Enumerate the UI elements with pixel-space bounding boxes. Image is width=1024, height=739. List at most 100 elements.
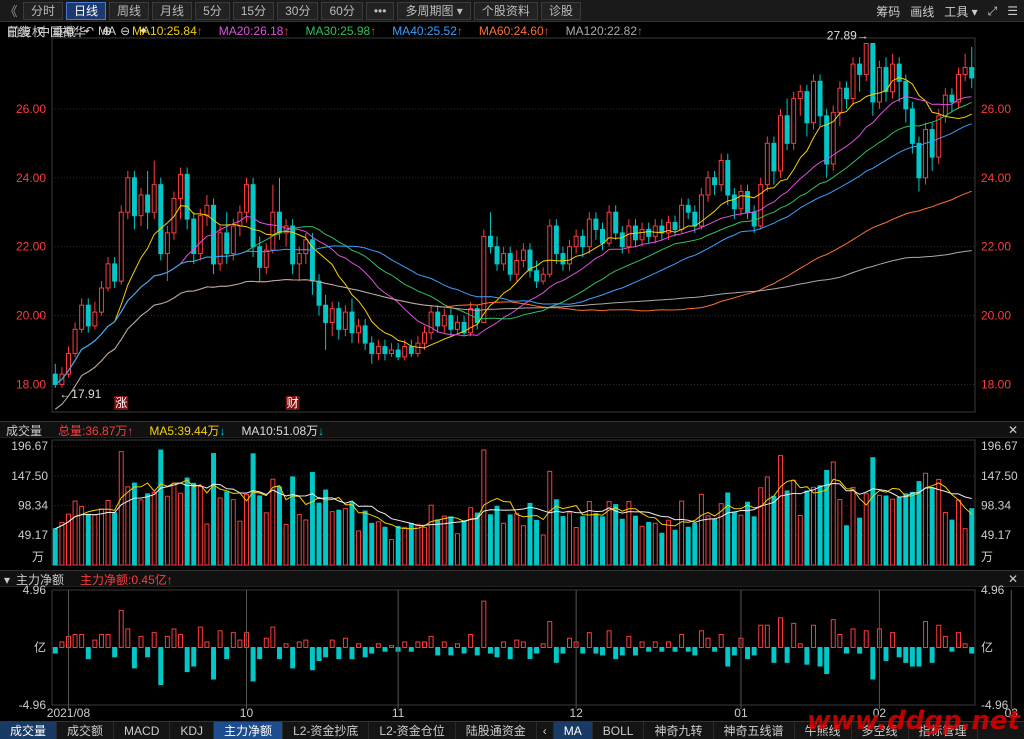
- volume-bar: [758, 487, 764, 566]
- mainforce-bar: [778, 617, 783, 648]
- volume-tick-label: 147.50: [981, 469, 1018, 483]
- tab-mainforce[interactable]: 主力净额: [214, 721, 284, 739]
- candle-body: [646, 228, 652, 237]
- mainforce-bar: [507, 647, 513, 660]
- tab-boll[interactable]: BOLL: [593, 721, 645, 739]
- mainforce-bar: [283, 643, 289, 649]
- mainforce-bar: [534, 647, 540, 654]
- volume-bar: [217, 497, 223, 566]
- candle-body: [454, 321, 460, 330]
- mainforce-bar: [679, 634, 685, 648]
- mainforce-bar: [454, 643, 460, 649]
- volume-bar: [494, 505, 500, 566]
- mainforce-bar: [929, 647, 935, 663]
- candle-body: [487, 235, 493, 248]
- volume-bar: [751, 516, 757, 566]
- candle-body: [224, 232, 230, 255]
- tab-ma[interactable]: MA: [553, 721, 593, 739]
- mainforce-bar: [309, 647, 315, 671]
- volume-bar: [98, 508, 104, 566]
- tabs-scroll-left-icon[interactable]: ‹: [537, 721, 554, 739]
- candle-body: [257, 246, 263, 268]
- ma-line: [55, 250, 972, 410]
- candle-body: [876, 67, 882, 103]
- candle-body: [857, 63, 863, 75]
- mainforce-tick-label: 亿: [34, 640, 46, 655]
- mainforce-bar: [567, 637, 573, 649]
- tab-kdj[interactable]: KDJ: [170, 721, 215, 739]
- price-chart[interactable]: 26.00 26.00 24.00 24.00 22.00 22.00 20.00 20.00…: [0, 0, 1024, 721]
- mainforce-bar: [600, 647, 605, 656]
- volume-tick-label: 147.50: [11, 469, 48, 483]
- volume-bar: [712, 518, 718, 566]
- volume-unit-label: 万: [981, 550, 993, 564]
- volume-tick-label: 49.17: [18, 528, 48, 542]
- mainforce-bar: [613, 647, 619, 660]
- volume-bar: [890, 498, 896, 566]
- volume-bar: [131, 482, 137, 566]
- candle-body: [593, 218, 599, 230]
- main-frame: [51, 37, 976, 413]
- volume-tick-label: 98.34: [981, 498, 1011, 512]
- candle-body: [79, 304, 85, 330]
- mainforce-bar: [830, 619, 836, 649]
- mainforce-bar: [725, 647, 731, 667]
- x-tick-label: 01: [734, 706, 748, 720]
- candle-body: [797, 91, 803, 100]
- volume-bar: [962, 528, 968, 566]
- candle-body: [916, 142, 922, 179]
- volume-bar: [303, 519, 309, 566]
- volume-bar: [349, 502, 355, 566]
- volume-bar: [118, 451, 124, 566]
- mainforce-bar: [382, 647, 388, 652]
- mainforce-bar: [494, 647, 500, 658]
- mainforce-bar: [705, 637, 711, 649]
- tab-l2-position[interactable]: L2-资金仓位: [369, 721, 456, 739]
- tab-l2-bottom[interactable]: L2-资金抄底: [283, 721, 370, 739]
- mainforce-bar: [639, 641, 645, 649]
- tab-five-lines[interactable]: 神奇五线谱: [714, 721, 795, 739]
- mainforce-bar: [270, 626, 276, 649]
- candle-body: [764, 142, 770, 186]
- candle-body: [362, 325, 368, 344]
- mainforce-bar: [145, 647, 151, 658]
- mainforce-bar: [105, 634, 111, 648]
- volume-tick-label: 196.67: [981, 439, 1018, 453]
- mainforce-bar: [369, 647, 375, 654]
- candle-body: [850, 63, 856, 100]
- volume-bar: [534, 519, 540, 566]
- volume-bar: [164, 495, 170, 566]
- mainforce-bar: [580, 647, 586, 654]
- annotations: 27.89→ ←17.91 涨 财: [59, 28, 869, 410]
- mainforce-bar: [151, 632, 157, 649]
- mainforce-bar: [665, 641, 671, 649]
- tab-macd[interactable]: MACD: [114, 721, 171, 739]
- mainforce-bar: [837, 634, 843, 648]
- volume-bar: [916, 481, 922, 566]
- candle-body: [540, 273, 546, 282]
- stock-chart-app: 《 分时 日线 周线 月线 5分 15分 30分 60分 ••• 多周期图 ▾ …: [0, 0, 1024, 739]
- tab-td9[interactable]: 神奇九转: [644, 721, 714, 739]
- candle-body: [896, 63, 902, 82]
- tab-volume[interactable]: 成交量: [0, 721, 58, 739]
- volume-tick-label: 98.34: [18, 498, 48, 512]
- mainforce-bar: [224, 647, 230, 660]
- mainforce-bar: [896, 647, 902, 658]
- mainforce-bar: [527, 647, 533, 660]
- volume-bar: [468, 507, 474, 566]
- volume-bar: [389, 539, 395, 566]
- candle-body: [356, 325, 362, 334]
- mainforce-bar: [125, 628, 131, 648]
- volume-bar: [593, 513, 599, 566]
- candle-body: [435, 311, 441, 327]
- volume-bar: [969, 508, 975, 566]
- tab-turnover[interactable]: 成交额: [57, 721, 115, 739]
- volume-bar: [461, 520, 467, 566]
- volume-bar: [929, 487, 935, 566]
- candle-body: [547, 225, 553, 275]
- mainforce-bar: [52, 647, 58, 654]
- volume-bar: [870, 457, 876, 566]
- tab-northbound[interactable]: 陆股通资金: [456, 721, 537, 739]
- mainforce-bar: [342, 637, 348, 649]
- mainforce-bar: [626, 635, 632, 649]
